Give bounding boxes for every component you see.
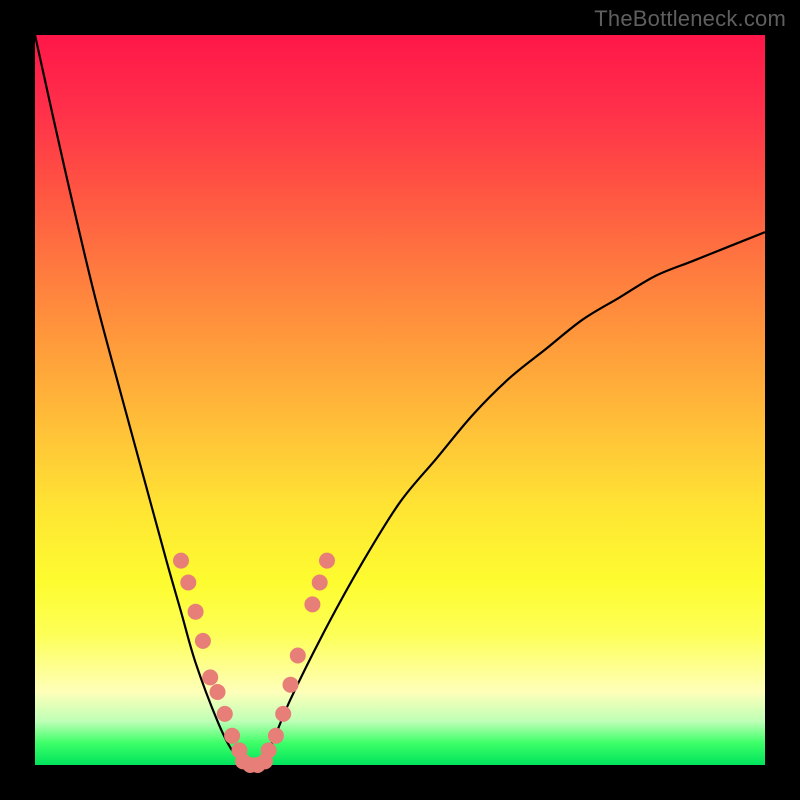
- bead-marker: [312, 575, 328, 591]
- bead-marker: [202, 669, 218, 685]
- bead-marker: [210, 684, 226, 700]
- bead-marker: [224, 728, 240, 744]
- chart-plot-area: [35, 35, 765, 765]
- bead-marker: [275, 706, 291, 722]
- bead-marker: [173, 553, 189, 569]
- chart-frame: TheBottleneck.com: [0, 0, 800, 800]
- bead-marker: [195, 633, 211, 649]
- bead-marker: [304, 596, 320, 612]
- bead-marker: [261, 742, 277, 758]
- bead-marker: [188, 604, 204, 620]
- bead-marker: [180, 575, 196, 591]
- watermark-text: TheBottleneck.com: [594, 6, 786, 32]
- bead-marker: [290, 648, 306, 664]
- bead-marker: [319, 553, 335, 569]
- bead-group: [173, 553, 335, 773]
- bead-marker: [217, 706, 233, 722]
- bottleneck-curve: [35, 35, 765, 767]
- bottleneck-curve-svg: [35, 35, 765, 765]
- bead-marker: [268, 728, 284, 744]
- bead-marker: [283, 677, 299, 693]
